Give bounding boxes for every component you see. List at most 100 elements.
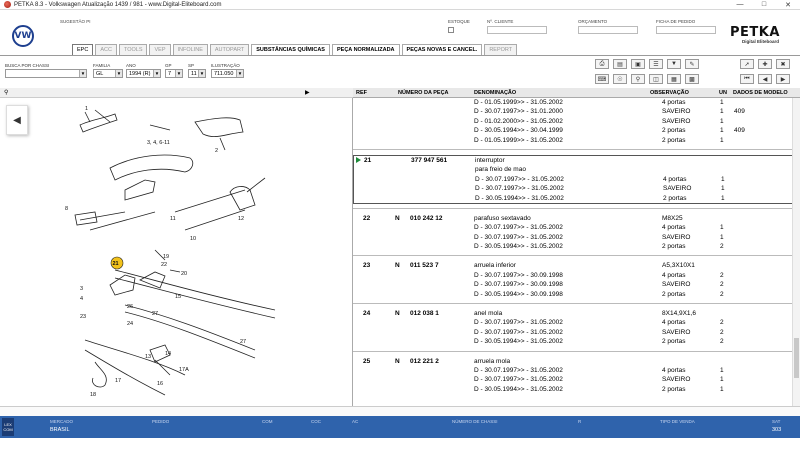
table-row[interactable]: D - 30.07.1997>> - 30.09.1998 SAVEIRO 2 xyxy=(353,280,793,289)
callout-1[interactable]: 1 xyxy=(85,106,88,112)
callout-20[interactable]: 20 xyxy=(181,271,187,277)
car-icon[interactable]: ▣ xyxy=(631,59,645,69)
table-row[interactable]: D - 30.07.1997>> - 31.05.2002 SAVEIRO 1 xyxy=(354,184,792,193)
close-icon[interactable]: ✕ xyxy=(776,0,800,10)
estoque-checkbox[interactable] xyxy=(448,27,454,33)
callout-22[interactable]: 22 xyxy=(161,262,167,268)
tab-report[interactable]: REPORT xyxy=(484,44,518,55)
next-page-icon[interactable]: ▶ xyxy=(776,74,790,84)
table-row[interactable]: D - 30.07.1997>> - 31.05.2002 SAVEIRO 2 xyxy=(353,328,793,337)
search-icon[interactable]: ⚲ xyxy=(631,74,645,84)
callout-4[interactable]: 4 xyxy=(80,296,83,302)
table-row[interactable]: D - 30.05.1994>> - 31.05.2002 2 portas 2 xyxy=(353,337,793,346)
orcamento-field[interactable] xyxy=(578,26,638,34)
callout-25[interactable]: 26 xyxy=(127,304,133,310)
callout-2[interactable]: 2 xyxy=(215,148,218,154)
callout-18[interactable]: 18 xyxy=(90,392,96,398)
table-row[interactable]: D - 30.05.1994>> - 30.04.1999 2 portas 1 40… xyxy=(353,126,793,135)
prev-page-icon[interactable]: ◀ xyxy=(758,74,772,84)
filter-icon[interactable]: ▼ xyxy=(667,59,681,69)
table-row[interactable]: D - 30.07.1997>> - 31.05.2002 SAVEIRO 1 xyxy=(353,375,793,384)
callout-13[interactable]: 13 xyxy=(145,354,151,360)
scrollbar-thumb[interactable] xyxy=(794,338,799,378)
tab-tools[interactable]: TOOLS xyxy=(118,44,148,55)
first-page-icon[interactable]: ⏮ xyxy=(740,74,754,84)
callout-3[interactable]: 3 xyxy=(80,286,83,292)
tab-infoline[interactable]: INFOLINE xyxy=(172,44,208,55)
key-icon[interactable]: ☉ xyxy=(613,74,627,84)
table-row[interactable]: D - 30.05.1994>> - 30.09.1998 2 portas 2 xyxy=(353,290,793,299)
table-row[interactable]: 21 377 947 561 interruptor xyxy=(354,156,792,165)
table-row[interactable]: 24 N 012 038 1 anel mola 8X14,9X1,6 xyxy=(353,309,793,318)
family-select[interactable]: GL ▼ xyxy=(93,69,123,78)
minimize-icon[interactable]: — xyxy=(728,0,752,10)
add-icon[interactable]: ✚ xyxy=(758,59,772,69)
table-row[interactable]: D - 01.02.2000>> - 31.05.2002 SAVEIRO 1 xyxy=(353,117,793,126)
tab-vep[interactable]: VEP xyxy=(149,44,171,55)
maximize-icon[interactable]: □ xyxy=(752,0,776,10)
callout-26[interactable]: 27 xyxy=(152,311,158,317)
table-row[interactable]: D - 30.05.1994>> - 31.05.2002 2 portas 1 xyxy=(354,194,792,203)
table-scrollbar[interactable] xyxy=(792,98,800,406)
calendar-icon[interactable]: ▩ xyxy=(685,74,699,84)
cliente-field[interactable] xyxy=(487,26,547,34)
table-row[interactable]: D - 30.07.1997>> - 31.05.2002 4 portas 2 xyxy=(353,318,793,327)
zoom-icon[interactable]: ⚲ xyxy=(4,89,8,96)
chevron-down-icon[interactable]: ▼ xyxy=(175,70,182,77)
tab-substancias-quimicas[interactable]: SUBSTÂNCIAS QUÍMICAS xyxy=(251,44,330,55)
parts-table-body[interactable]: D - 01.05.1999>> - 31.05.2002 4 portas 1 D … xyxy=(353,98,793,406)
callout-21[interactable]: 21 xyxy=(113,261,119,267)
part-group[interactable]: 22 N 010 242 12 parafuso sextavado M8X25 D - … xyxy=(353,214,793,252)
ficha-field[interactable] xyxy=(656,26,716,34)
sp-select[interactable]: 11 ▼ xyxy=(188,69,206,78)
share-icon[interactable]: ◀ xyxy=(6,105,28,135)
callout-19[interactable]: 19 xyxy=(163,254,169,260)
table-row[interactable]: D - 30.07.1997>> - 31.05.2002 4 portas 1 xyxy=(353,223,793,232)
table-row[interactable]: D - 30.07.1997>> - 31.05.2002 4 portas 1 xyxy=(354,175,792,184)
table-row[interactable]: 25 N 012 221 2 arruela mola xyxy=(353,357,793,366)
chassis-search-input[interactable]: ▼ xyxy=(5,69,87,78)
tab-epc[interactable]: EPC xyxy=(72,44,94,55)
table-row[interactable]: 23 N 011 523 7 arruela inferior A5,3X10X1 xyxy=(353,261,793,270)
table-row[interactable]: D - 01.05.1999>> - 31.05.2002 4 portas 1 xyxy=(353,98,793,107)
table-icon[interactable]: ▦ xyxy=(667,74,681,84)
col-un[interactable]: UN xyxy=(719,90,727,96)
cart-icon[interactable]: ◫ xyxy=(649,74,663,84)
horizontal-scrollbar[interactable] xyxy=(0,406,800,416)
callout-17[interactable]: 17 xyxy=(115,378,121,384)
callout-3-4-6-11[interactable]: 3, 4, 6-11 xyxy=(147,140,170,146)
table-row[interactable]: D - 30.05.1994>> - 31.05.2002 2 portas 1 xyxy=(353,385,793,394)
part-group[interactable]: D - 01.05.1999>> - 31.05.2002 4 portas 1 D … xyxy=(353,98,793,145)
chevron-down-icon[interactable]: ▼ xyxy=(79,70,86,77)
tab-peca-normalizada[interactable]: PEÇA NORMALIZADA xyxy=(331,44,400,55)
part-group[interactable]: 23 N 011 523 7 arruela inferior A5,3X10X1 D -… xyxy=(353,261,793,299)
illustration-select[interactable]: 711.050 ▼ xyxy=(211,69,244,78)
document-icon[interactable]: ▤ xyxy=(613,59,627,69)
col-ref[interactable]: REF xyxy=(356,90,367,96)
callout-23[interactable]: 23 xyxy=(80,314,86,320)
chevron-down-icon[interactable]: ▼ xyxy=(115,70,122,77)
notes-icon[interactable]: ✎ xyxy=(685,59,699,69)
list-icon[interactable]: ☰ xyxy=(649,59,663,69)
tab-acc[interactable]: ACC xyxy=(95,44,117,55)
callout-10[interactable]: 10 xyxy=(190,236,196,242)
callout-17a[interactable]: 17A xyxy=(179,367,189,373)
print-icon[interactable]: ⎙ xyxy=(595,59,609,69)
part-group[interactable]: 24 N 012 038 1 anel mola 8X14,9X1,6 D - 30.07… xyxy=(353,309,793,347)
tab-pecas-novas[interactable]: PEÇAS NOVAS E CANCEL. xyxy=(401,44,483,55)
part-group[interactable]: 25 N 012 221 2 arruela mola D - 30.07.1997>>… xyxy=(353,357,793,395)
table-row[interactable]: para freio de mao xyxy=(354,165,792,174)
chevron-down-icon[interactable]: ▼ xyxy=(198,70,205,77)
callout-24[interactable]: 24 xyxy=(127,321,133,327)
col-model-data[interactable]: DADOS DE MODELO xyxy=(733,90,788,96)
table-row[interactable]: D - 30.07.1997>> - 31.05.2002 SAVEIRO 1 xyxy=(353,233,793,242)
table-row[interactable]: D - 01.05.1999>> - 31.05.2002 2 portas 1 xyxy=(353,136,793,145)
chevron-down-icon[interactable]: ▼ xyxy=(153,70,160,77)
col-description[interactable]: DENOMINAÇÃO xyxy=(474,90,516,96)
tab-autopart[interactable]: AUTOPART xyxy=(209,44,250,55)
col-observation[interactable]: OBSERVAÇÃO xyxy=(650,90,689,96)
callout-14[interactable]: 14 xyxy=(165,351,171,357)
year-select[interactable]: 1994 (R) ▼ xyxy=(126,69,161,78)
table-row[interactable]: D - 30.05.1994>> - 31.05.2002 2 portas 2 xyxy=(353,242,793,251)
col-part-number[interactable]: NÚMERO DA PEÇA xyxy=(398,90,449,96)
